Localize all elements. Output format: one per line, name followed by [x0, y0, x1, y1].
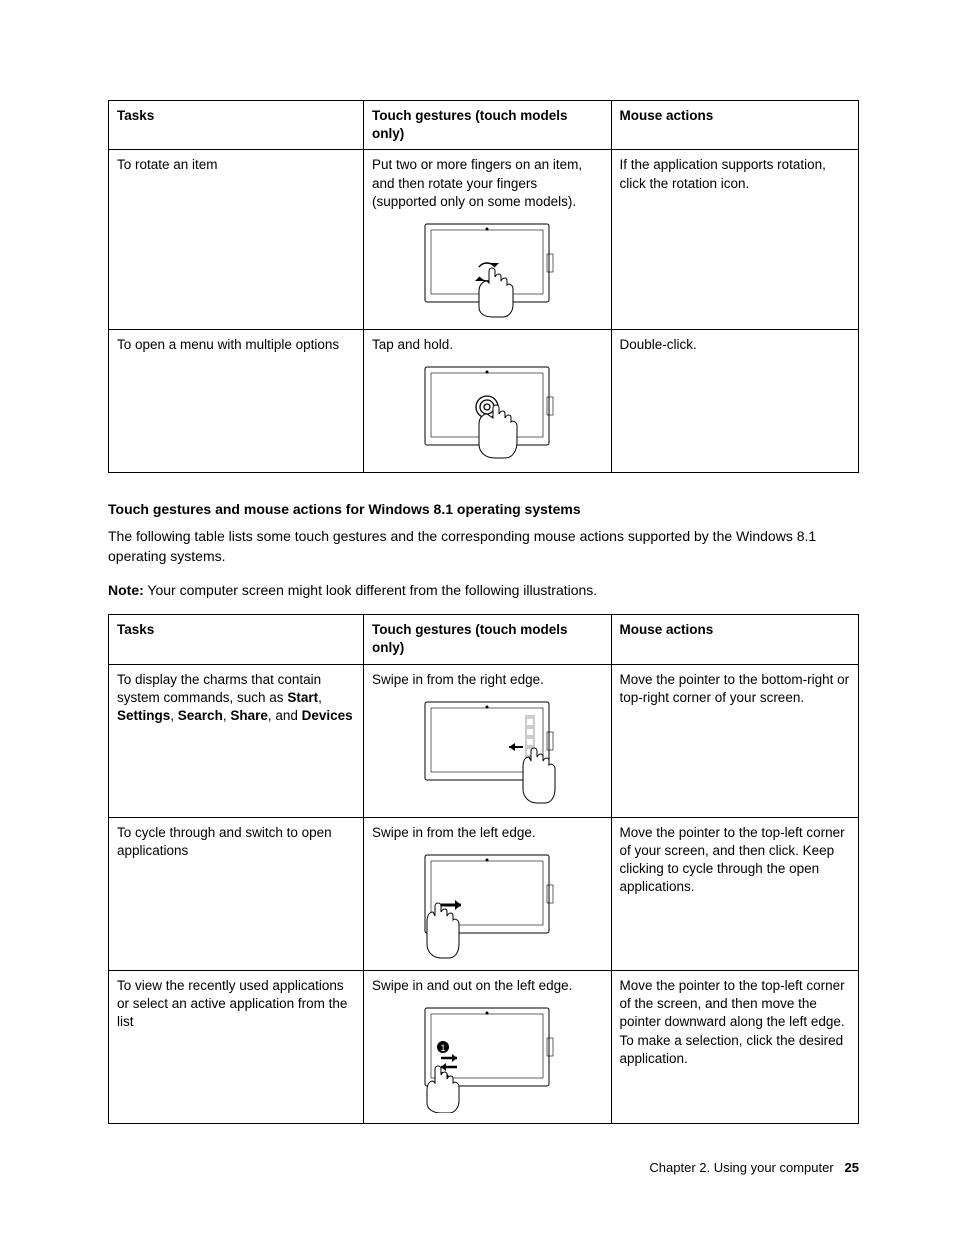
task-bold: Share	[230, 708, 268, 723]
table-row: To rotate an item Put two or more finger…	[109, 150, 859, 330]
tap-hold-gesture-illustration	[417, 362, 557, 462]
mouse-cell: If the application supports rotation, cl…	[611, 150, 859, 330]
header-gestures: Touch gestures (touch models only)	[364, 101, 612, 150]
mouse-cell: Double-click.	[611, 330, 859, 473]
header-tasks: Tasks	[109, 615, 364, 664]
gestures-table-2: Tasks Touch gestures (touch models only)…	[108, 614, 859, 1124]
svg-text:1: 1	[441, 1043, 446, 1053]
table-header-row: Tasks Touch gestures (touch models only)…	[109, 615, 859, 664]
mouse-cell: Move the pointer to the bottom-right or …	[611, 664, 859, 817]
table-row: To cycle through and switch to open appl…	[109, 817, 859, 970]
table-row: To open a menu with multiple options Tap…	[109, 330, 859, 473]
gestures-table-1: Tasks Touch gestures (touch models only)…	[108, 100, 859, 473]
task-cell: To open a menu with multiple options	[109, 330, 364, 473]
note-label: Note:	[108, 582, 144, 598]
task-cell: To cycle through and switch to open appl…	[109, 817, 364, 970]
swipe-in-out-left-illustration: 1 2	[417, 1003, 557, 1113]
mouse-cell: Move the pointer to the top-left corner …	[611, 970, 859, 1123]
gesture-text: Tap and hold.	[372, 337, 453, 352]
header-tasks: Tasks	[109, 101, 364, 150]
gesture-text: Swipe in from the left edge.	[372, 825, 536, 840]
header-mouse: Mouse actions	[611, 615, 859, 664]
swipe-right-edge-illustration	[417, 697, 557, 807]
task-bold: Search	[178, 708, 223, 723]
gesture-text: Put two or more fingers on an item, and …	[372, 157, 582, 208]
footer-page-number: 25	[845, 1160, 859, 1175]
gesture-cell: Swipe in and out on the left edge. 1	[364, 970, 612, 1123]
task-cell: To display the charms that contain syste…	[109, 664, 364, 817]
mouse-cell: Move the pointer to the top-left corner …	[611, 817, 859, 970]
document-page: Tasks Touch gestures (touch models only)…	[0, 0, 954, 1212]
header-mouse: Mouse actions	[611, 101, 859, 150]
task-cell: To rotate an item	[109, 150, 364, 330]
gesture-cell: Put two or more fingers on an item, and …	[364, 150, 612, 330]
table-row: To display the charms that contain syste…	[109, 664, 859, 817]
footer-chapter-text: Chapter 2. Using your computer	[649, 1160, 833, 1175]
swipe-left-edge-illustration	[417, 850, 557, 960]
note-text: Your computer screen might look differen…	[144, 582, 597, 598]
task-cell: To view the recently used applications o…	[109, 970, 364, 1123]
section-heading: Touch gestures and mouse actions for Win…	[108, 501, 859, 517]
note-paragraph: Note: Your computer screen might look di…	[108, 581, 859, 601]
page-footer: Chapter 2. Using your computer 25	[649, 1160, 859, 1175]
task-bold: Start	[287, 690, 318, 705]
header-gestures: Touch gestures (touch models only)	[364, 615, 612, 664]
gesture-text: Swipe in and out on the left edge.	[372, 978, 572, 993]
table-header-row: Tasks Touch gestures (touch models only)…	[109, 101, 859, 150]
gesture-cell: Swipe in from the right edge.	[364, 664, 612, 817]
intro-paragraph: The following table lists some touch ges…	[108, 527, 859, 566]
gesture-cell: Tap and hold.	[364, 330, 612, 473]
gesture-text: Swipe in from the right edge.	[372, 672, 544, 687]
table-row: To view the recently used applications o…	[109, 970, 859, 1123]
task-bold: Devices	[302, 708, 353, 723]
rotate-gesture-illustration	[417, 219, 557, 319]
gesture-cell: Swipe in from the left edge.	[364, 817, 612, 970]
task-bold: Settings	[117, 708, 170, 723]
